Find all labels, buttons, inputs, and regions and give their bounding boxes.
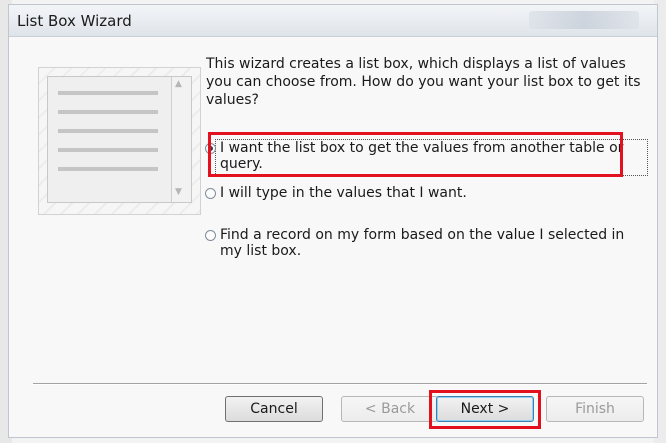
list-box-wizard-dialog: List Box Wizard ▲ ▼ This wizard creates … <box>8 4 658 438</box>
option-label: I will type in the values that I want. <box>220 185 467 201</box>
option-type-values[interactable]: I will type in the values that I want. <box>205 185 645 225</box>
screen: List Box Wizard ▲ ▼ This wizard creates … <box>0 0 666 443</box>
radio-button[interactable] <box>205 188 216 199</box>
illustration-line <box>58 110 158 114</box>
annotation-highlight-option <box>208 132 623 177</box>
annotation-highlight-next <box>429 390 541 429</box>
illustration-list: ▲ ▼ <box>47 76 192 203</box>
intro-text: This wizard creates a list box, which di… <box>206 56 641 108</box>
option-find-record[interactable]: Find a record on my form based on the va… <box>205 227 645 267</box>
illustration-line <box>58 91 158 95</box>
separator <box>33 383 647 385</box>
finish-button[interactable]: Finish <box>546 396 644 422</box>
back-button[interactable]: < Back <box>341 396 439 422</box>
radio-button[interactable] <box>205 230 216 241</box>
title-bar[interactable]: List Box Wizard <box>9 5 657 37</box>
window-title: List Box Wizard <box>17 12 132 30</box>
title-bar-blur <box>529 11 639 29</box>
scroll-up-arrow-icon: ▲ <box>175 79 182 89</box>
list-box-illustration: ▲ ▼ <box>38 67 201 215</box>
dialog-body: ▲ ▼ This wizard creates a list box, whic… <box>10 38 656 437</box>
illustration-line <box>58 167 158 171</box>
scroll-down-arrow-icon: ▼ <box>175 187 182 197</box>
illustration-scrollbar: ▲ ▼ <box>171 77 191 202</box>
illustration-line <box>58 129 158 133</box>
illustration-line <box>58 148 158 152</box>
cancel-button[interactable]: Cancel <box>225 396 323 422</box>
option-label: Find a record on my form based on the va… <box>220 227 625 259</box>
